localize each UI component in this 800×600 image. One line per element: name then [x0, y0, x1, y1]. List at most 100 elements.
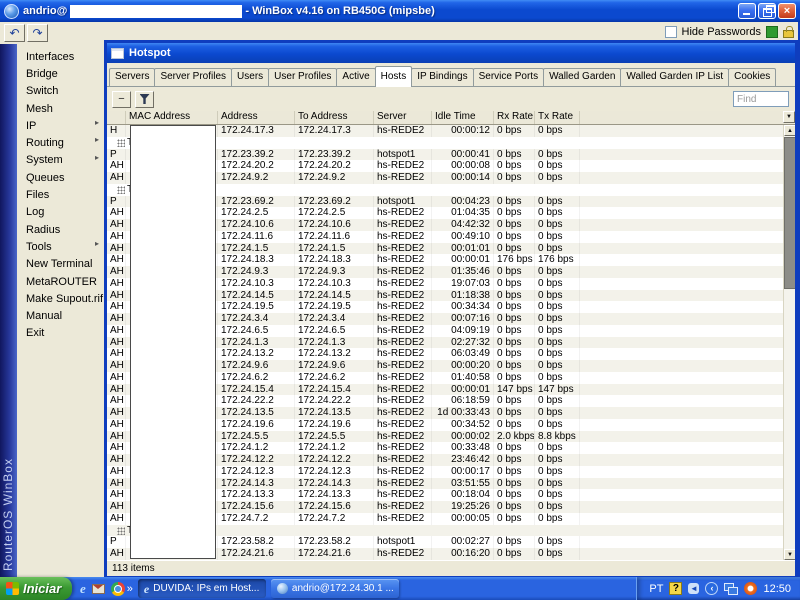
tab-ip-bindings[interactable]: IP Bindings: [411, 68, 473, 86]
cell-filler: [580, 231, 795, 243]
cell-filler: [580, 536, 795, 548]
sidebar-item-mesh[interactable]: Mesh: [17, 100, 104, 117]
sidebar-item-make-supout-rif[interactable]: Make Supout.rif: [17, 290, 104, 307]
cell-address: 172.24.9.2: [218, 172, 295, 184]
minimize-button[interactable]: [738, 3, 756, 19]
ie-icon[interactable]: e: [80, 582, 86, 595]
cell-to-address: 172.24.14.5: [295, 290, 374, 302]
start-button[interactable]: Iniciar: [0, 577, 72, 600]
sidebar-item-manual[interactable]: Manual: [17, 307, 104, 324]
sidebar-item-radius[interactable]: Radius: [17, 221, 104, 238]
tab-server-profiles[interactable]: Server Profiles: [154, 68, 232, 86]
find-input[interactable]: [733, 91, 789, 107]
cell-filler: [580, 160, 795, 172]
column-header-to-address[interactable]: To Address: [295, 111, 374, 124]
cell-to-address: 172.24.10.3: [295, 278, 374, 290]
cell-idle-time: 03:51:55: [432, 478, 494, 490]
sidebar-item-new-terminal[interactable]: New Terminal: [17, 256, 104, 273]
cell-to-address: 172.24.19.6: [295, 419, 374, 431]
cell-idle-time: 00:34:52: [432, 419, 494, 431]
winbox-icon: [277, 583, 288, 594]
cell-server: hotspot1: [374, 149, 432, 161]
redo-button[interactable]: ↷: [27, 24, 48, 42]
cell-tx-rate: 0 bps: [535, 489, 580, 501]
column-header-mac-address[interactable]: MAC Address: [126, 111, 218, 124]
tab-servers[interactable]: Servers: [109, 68, 155, 86]
cell-server: hs-REDE2: [374, 172, 432, 184]
tab-active[interactable]: Active: [336, 68, 375, 86]
hidden-icons-chevron[interactable]: ◄: [688, 583, 699, 594]
scrollbar-thumb[interactable]: [784, 137, 795, 289]
tab-service-ports[interactable]: Service Ports: [473, 68, 544, 86]
cell-filler: [580, 395, 795, 407]
scroll-up-button[interactable]: ▲: [784, 125, 795, 136]
sidebar-item-routing[interactable]: Routing▸: [17, 134, 104, 151]
hide-passwords-checkbox[interactable]: [665, 26, 677, 38]
column-header-address[interactable]: Address: [218, 111, 295, 124]
cell-rx-rate: 0 bps: [494, 489, 535, 501]
filter-button[interactable]: [135, 91, 154, 108]
scroll-down-button[interactable]: ▼: [784, 549, 795, 560]
mac-column-redaction-box: [130, 125, 216, 559]
messenger-icon[interactable]: ‹: [705, 582, 718, 595]
taskbar: Iniciar e » eDUVIDA: IPs em Host...andri…: [0, 577, 800, 600]
cell-flags: AH: [107, 442, 126, 454]
cell-flags: AH: [107, 419, 126, 431]
redo-icon: ↷: [32, 27, 42, 39]
cell-flags: AH: [107, 254, 126, 266]
envelope-icon[interactable]: [92, 584, 105, 594]
sidebar-item-system[interactable]: System▸: [17, 152, 104, 169]
tab-users[interactable]: Users: [231, 68, 269, 86]
undo-button[interactable]: ↶: [4, 24, 25, 42]
chrome-icon[interactable]: [111, 582, 125, 596]
cell-address: 172.24.2.5: [218, 207, 295, 219]
sidebar-item-queues[interactable]: Queues: [17, 169, 104, 186]
sidebar-item-tools[interactable]: Tools▸: [17, 238, 104, 255]
cell-address: 172.24.6.5: [218, 325, 295, 337]
cell-to-address: 172.24.17.3: [295, 125, 374, 137]
sidebar-item-interfaces[interactable]: Interfaces: [17, 48, 104, 65]
desktop-screen: andrio@ - WinBox v4.16 on RB450G (mipsbe…: [0, 0, 800, 600]
antivirus-icon[interactable]: [744, 582, 757, 595]
tab-cookies[interactable]: Cookies: [728, 68, 776, 86]
column-header-tx-rate[interactable]: Tx Rate: [535, 111, 580, 124]
tab-user-profiles[interactable]: User Profiles: [268, 68, 337, 86]
sidebar-item-bridge[interactable]: Bridge: [17, 65, 104, 82]
help-icon[interactable]: ?: [669, 582, 682, 595]
sidebar-item-switch[interactable]: Switch: [17, 83, 104, 100]
cell-server: hs-REDE2: [374, 466, 432, 478]
cell-address: 172.24.19.6: [218, 419, 295, 431]
cell-rx-rate: 2.0 kbps: [494, 431, 535, 443]
cell-address: 172.24.6.2: [218, 372, 295, 384]
maximize-button[interactable]: [758, 3, 776, 19]
sidebar-item-ip[interactable]: IP▸: [17, 117, 104, 134]
cell-idle-time: 00:00:01: [432, 254, 494, 266]
cell-to-address: 172.23.58.2: [295, 536, 374, 548]
task-button-duvida-ips-em-host[interactable]: eDUVIDA: IPs em Host...: [138, 579, 266, 598]
remove-button[interactable]: −: [112, 91, 131, 108]
column-select-button[interactable]: ▼: [783, 111, 795, 123]
sidebar-item-files[interactable]: Files: [17, 186, 104, 203]
sidebar-item-log[interactable]: Log: [17, 204, 104, 221]
sidebar-item-metarouter[interactable]: MetaROUTER: [17, 273, 104, 290]
cell-filler: [580, 301, 795, 313]
task-button-andrio-172-24-30-1[interactable]: andrio@172.24.30.1 ...: [271, 579, 399, 598]
cell-idle-time: 04:42:32: [432, 219, 494, 231]
sidebar-item-label: New Terminal: [26, 258, 92, 270]
network-icon[interactable]: [724, 583, 738, 595]
language-indicator[interactable]: PT: [649, 583, 663, 595]
vertical-scrollbar[interactable]: ▲ ▼: [783, 125, 795, 560]
hotspot-titlebar[interactable]: Hotspot: [107, 43, 795, 63]
tab-walled-garden-ip-list[interactable]: Walled Garden IP List: [620, 68, 729, 86]
column-header-server[interactable]: Server: [374, 111, 432, 124]
column-header-flags[interactable]: [107, 111, 126, 124]
minus-icon: −: [118, 93, 124, 105]
column-header-idle-time[interactable]: Idle Time: [432, 111, 494, 124]
cell-server: hs-REDE2: [374, 290, 432, 302]
column-header-rx-rate[interactable]: Rx Rate: [494, 111, 535, 124]
close-button[interactable]: ×: [778, 3, 796, 19]
cell-flags: AH: [107, 301, 126, 313]
tab-walled-garden[interactable]: Walled Garden: [543, 68, 621, 86]
tab-hosts[interactable]: Hosts: [375, 66, 413, 87]
sidebar-item-exit[interactable]: Exit: [17, 325, 104, 342]
